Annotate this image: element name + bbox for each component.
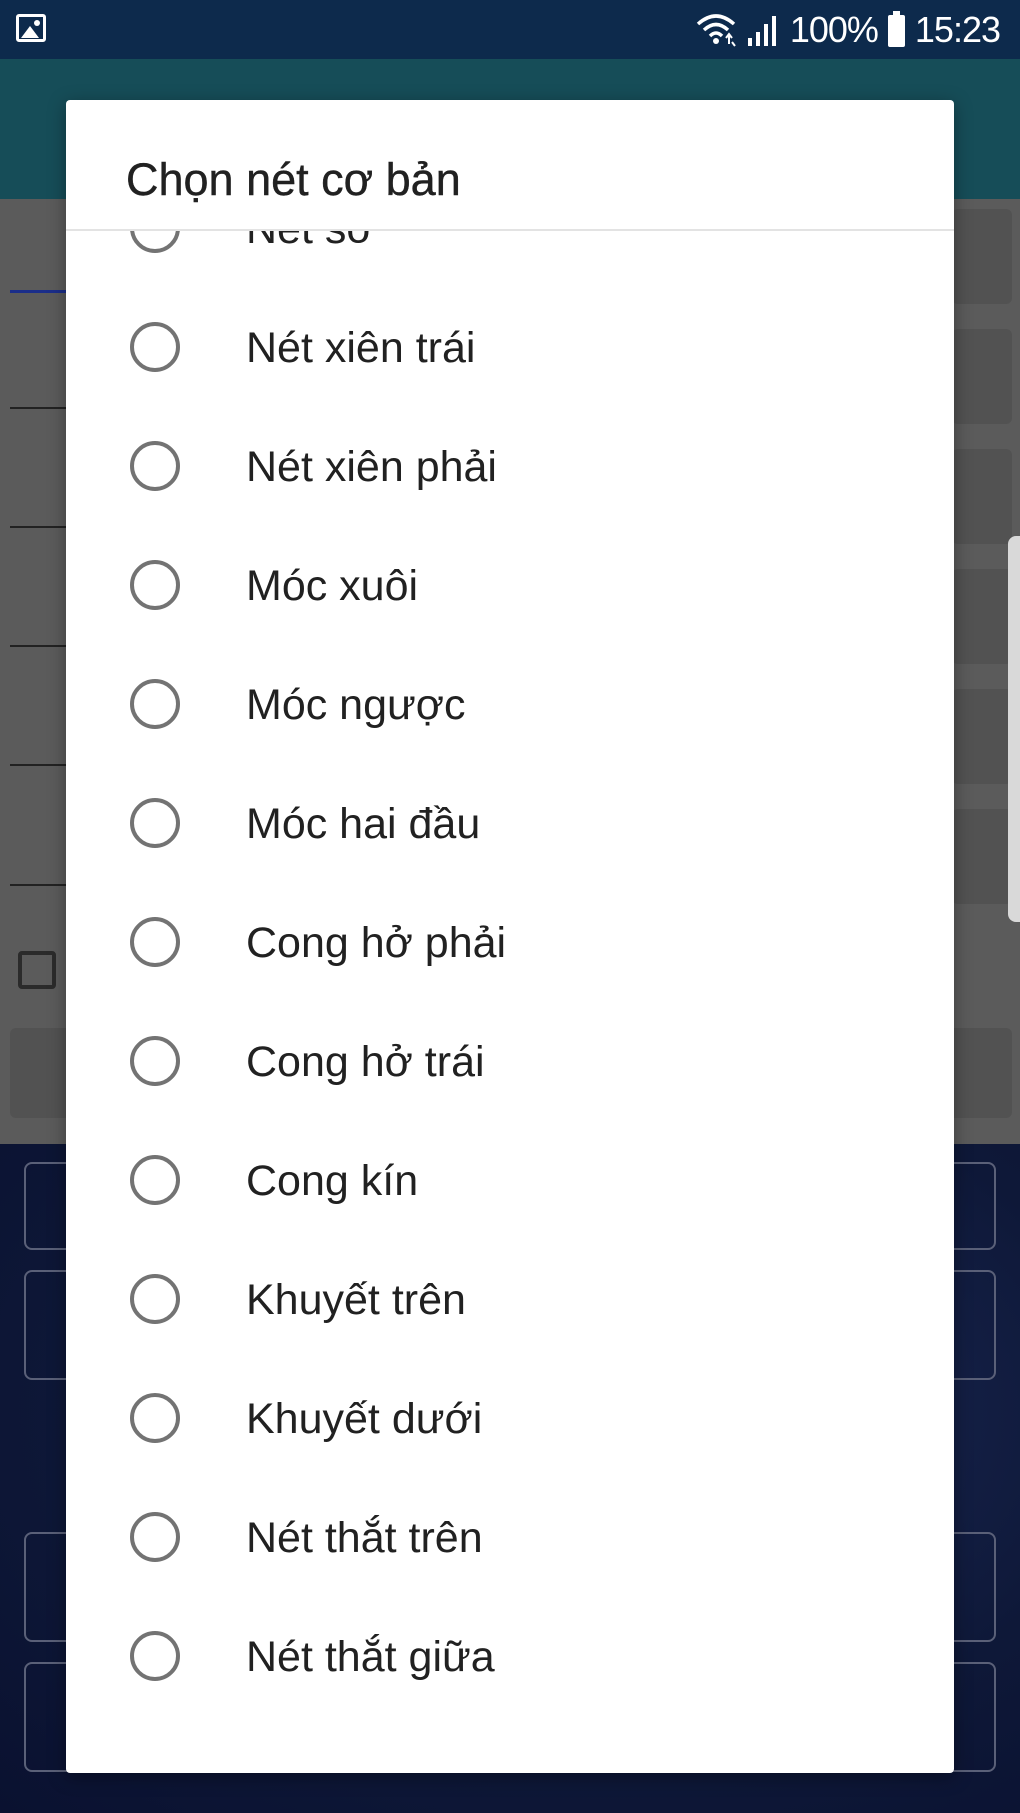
- option-item[interactable]: Móc ngược: [66, 643, 954, 762]
- option-label: Nét thắt trên: [246, 1514, 483, 1562]
- status-bar: 100% 15:23: [0, 0, 1020, 59]
- option-item[interactable]: Cong kín: [66, 1119, 954, 1238]
- radio-unchecked-icon[interactable]: [130, 1155, 180, 1205]
- background-button: [952, 689, 1012, 784]
- background-button: [952, 449, 1012, 544]
- option-item[interactable]: Cong hở trái: [66, 1000, 954, 1119]
- radio-unchecked-icon[interactable]: [130, 322, 180, 372]
- image-icon: [16, 14, 46, 42]
- radio-unchecked-icon[interactable]: [130, 1631, 180, 1681]
- battery-icon: [887, 11, 905, 47]
- option-item[interactable]: Nét xiên trái: [66, 286, 954, 405]
- option-item[interactable]: Nét xiên phải: [66, 405, 954, 524]
- option-label: Khuyết dưới: [246, 1395, 483, 1443]
- battery-percentage: 100%: [789, 9, 879, 50]
- option-item[interactable]: Nét thắt giữa: [66, 1595, 954, 1714]
- wifi-icon: [696, 14, 736, 47]
- radio-unchecked-icon[interactable]: [130, 1393, 180, 1443]
- option-item[interactable]: Móc hai đầu: [66, 762, 954, 881]
- option-item[interactable]: Móc xuôi: [66, 524, 954, 643]
- checkbox: [18, 951, 56, 989]
- background-button: [952, 809, 1012, 904]
- text-field-underline: [10, 407, 70, 409]
- option-label: Nét xiên phải: [246, 443, 497, 491]
- radio-unchecked-icon[interactable]: [130, 560, 180, 610]
- text-field-underline: [10, 764, 70, 766]
- option-label: Nét xiên trái: [246, 324, 476, 372]
- radio-unchecked-icon[interactable]: [130, 441, 180, 491]
- radio-unchecked-icon[interactable]: [130, 231, 180, 253]
- background-button: [952, 569, 1012, 664]
- option-label: Nét sổ: [246, 231, 370, 254]
- signal-icon: [747, 16, 776, 46]
- text-field-underline: [10, 290, 70, 293]
- option-item[interactable]: Nét thắt trên: [66, 1476, 954, 1595]
- radio-unchecked-icon[interactable]: [130, 1512, 180, 1562]
- select-stroke-dialog: Chọn nét cơ bản Nét sổ Nét xiên trái Nét…: [66, 100, 954, 1773]
- dialog-title: Chọn nét cơ bản: [126, 154, 461, 205]
- clock: 15:23: [914, 9, 1001, 50]
- status-indicators: 100% 15:23: [696, 8, 1001, 52]
- option-label: Cong hở trái: [246, 1038, 485, 1086]
- option-label: Khuyết trên: [246, 1276, 466, 1324]
- option-item[interactable]: Khuyết trên: [66, 1238, 954, 1357]
- option-label: Cong kín: [246, 1157, 419, 1205]
- text-field-underline: [10, 884, 70, 886]
- option-label: Móc xuôi: [246, 562, 419, 610]
- radio-unchecked-icon[interactable]: [130, 1274, 180, 1324]
- background-button: [952, 329, 1012, 424]
- option-label: Cong hở phải: [246, 919, 507, 967]
- radio-unchecked-icon[interactable]: [130, 917, 180, 967]
- side-scroll-handle[interactable]: [1008, 536, 1020, 922]
- background-button: [952, 209, 1012, 304]
- option-label: Nét thắt giữa: [246, 1633, 495, 1681]
- radio-unchecked-icon[interactable]: [130, 1036, 180, 1086]
- text-field-underline: [10, 645, 70, 647]
- radio-unchecked-icon[interactable]: [130, 798, 180, 848]
- option-label: Móc hai đầu: [246, 800, 481, 848]
- option-label: Móc ngược: [246, 681, 466, 729]
- option-item[interactable]: Khuyết dưới: [66, 1357, 954, 1476]
- option-item[interactable]: Cong hở phải: [66, 881, 954, 1000]
- text-field-underline: [10, 526, 70, 528]
- option-item[interactable]: Nét sổ: [66, 231, 954, 286]
- radio-unchecked-icon[interactable]: [130, 679, 180, 729]
- option-list[interactable]: Nét sổ Nét xiên trái Nét xiên phải Móc x…: [66, 231, 954, 1773]
